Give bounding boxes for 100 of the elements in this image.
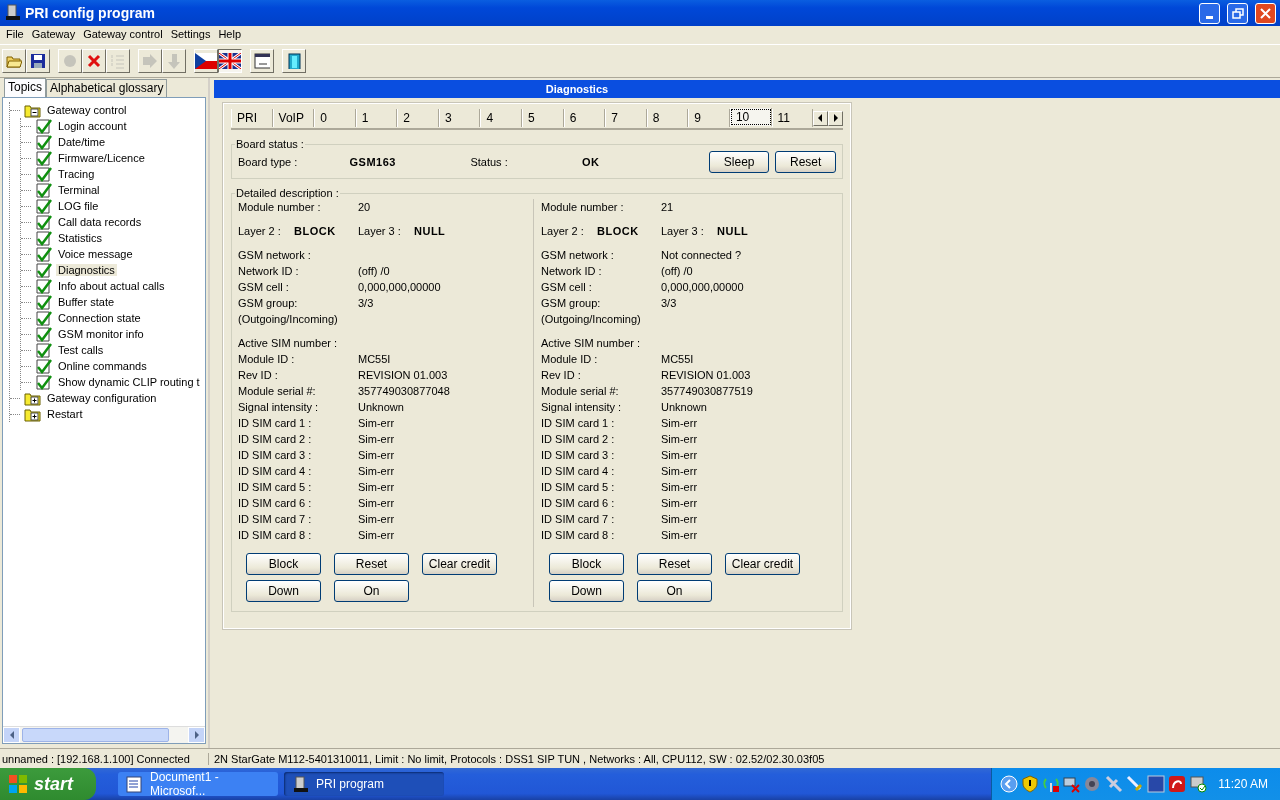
tree-item[interactable]: Show dynamic CLIP routing t	[56, 376, 202, 388]
tree-item[interactable]: Voice message	[56, 248, 135, 260]
field-value: BLOCK	[597, 225, 640, 237]
folder-icon[interactable]	[24, 390, 41, 406]
network-disconnected-icon[interactable]	[1063, 775, 1082, 793]
menu-item[interactable]: Gateway control	[79, 26, 167, 44]
action-button[interactable]: Clear credit	[725, 553, 800, 575]
door-button[interactable]	[282, 49, 306, 73]
field-value: MC55I	[358, 353, 391, 365]
action-button[interactable]: Reset	[637, 553, 712, 575]
action-button[interactable]: Block	[549, 553, 624, 575]
czech-flag-button[interactable]	[194, 49, 218, 73]
clock: 11:20 AM	[1218, 777, 1268, 791]
checked-page-icon	[35, 150, 52, 166]
tree-item[interactable]: Online commands	[56, 360, 149, 372]
board-tab[interactable]: 2	[397, 109, 439, 127]
start-button[interactable]: start	[0, 768, 96, 800]
right-arrow-icon	[142, 53, 158, 69]
open-folder-button[interactable]	[2, 49, 26, 73]
close-button[interactable]	[1255, 2, 1276, 24]
open-folder-icon[interactable]	[24, 102, 41, 118]
menu-item[interactable]: Help	[214, 26, 245, 44]
tree-item[interactable]: Diagnostics	[56, 264, 117, 276]
board-tab[interactable]: VoIP	[272, 109, 315, 127]
field-value: BLOCK	[294, 225, 337, 237]
board-tab[interactable]: 6	[563, 109, 606, 127]
tree-item[interactable]: Gateway configuration	[45, 392, 159, 404]
board-tab[interactable]: 3	[438, 109, 481, 127]
taskbar-button[interactable]: PRI program	[284, 772, 444, 796]
tree-item[interactable]: Tracing	[56, 168, 97, 180]
cross-button[interactable]	[82, 49, 106, 73]
sidebar-tab[interactable]: Alphabetical glossary	[46, 79, 168, 97]
board-tab[interactable]: 7	[605, 109, 647, 127]
action-button[interactable]: Sleep	[708, 151, 770, 173]
device-icon	[292, 775, 310, 793]
field-label: ID SIM card 4 :	[238, 465, 313, 477]
menu-item[interactable]: File	[2, 26, 28, 44]
action-button[interactable]: Down	[549, 580, 624, 602]
board-tab[interactable]: 5	[522, 109, 564, 127]
tree-item[interactable]: GSM monitor info	[56, 328, 146, 340]
menu-item[interactable]: Gateway	[27, 26, 80, 44]
tree-item[interactable]: LOG file	[56, 200, 101, 212]
board-tab[interactable]: 0	[314, 109, 356, 127]
sidebar-tab[interactable]: Topics	[4, 78, 46, 97]
tree-item[interactable]: Call data records	[56, 216, 144, 228]
down-arrow-icon	[166, 53, 182, 69]
action-button[interactable]: Clear credit	[422, 553, 497, 575]
minimize-button[interactable]	[1199, 2, 1220, 24]
shield-icon[interactable]	[1021, 775, 1040, 793]
tree-item[interactable]: Firmware/Licence	[56, 152, 147, 164]
restore-button[interactable]	[1227, 2, 1248, 24]
status-text: unnamed : [192.168.1.100] Connected	[0, 752, 209, 765]
tree-item[interactable]: Connection state	[56, 312, 143, 324]
drive-check-icon[interactable]	[1189, 775, 1208, 793]
field-label: Module serial #:	[238, 385, 317, 397]
tree-item[interactable]: Terminal	[56, 184, 102, 196]
field-value: Sim-err	[358, 417, 395, 429]
board-tab[interactable]: 11	[771, 109, 814, 127]
field-value: MC55I	[661, 353, 694, 365]
action-button[interactable]: On	[334, 580, 409, 602]
field-label: ID SIM card 3 :	[238, 449, 313, 461]
field-label: ID SIM card 1 :	[238, 417, 313, 429]
tree-item[interactable]: Info about actual calls	[56, 280, 167, 292]
checked-page-icon	[35, 358, 52, 374]
board-tab[interactable]: 4	[480, 109, 523, 127]
tree-item[interactable]: Restart	[45, 408, 85, 420]
menu-item[interactable]: Settings	[166, 26, 215, 44]
tree-item[interactable]: Gateway control	[45, 104, 129, 116]
taskbar-button[interactable]: Document1 - Microsof...	[118, 772, 278, 796]
window-icon[interactable]	[1147, 775, 1166, 793]
horizontal-scrollbar[interactable]	[3, 726, 205, 743]
action-button[interactable]: Reset	[334, 553, 409, 575]
tree-item[interactable]: Test calls	[56, 344, 106, 356]
panel-title: Diagnostics	[214, 80, 1280, 98]
save-button[interactable]	[26, 49, 50, 73]
board-tab[interactable]: PRI	[231, 109, 273, 127]
close-icon	[1259, 6, 1272, 20]
scroll-left-button[interactable]	[813, 110, 829, 126]
board-tab[interactable]: 8	[646, 109, 689, 127]
board-tab[interactable]: 10	[729, 107, 772, 126]
field-value: 0,000,000,00000	[358, 281, 441, 293]
action-button[interactable]: Reset	[775, 151, 836, 173]
action-button[interactable]: On	[637, 580, 712, 602]
tree-item[interactable]: Buffer state	[56, 296, 117, 308]
field-label: Module ID :	[541, 353, 599, 365]
folder-icon[interactable]	[24, 406, 41, 422]
board-tab[interactable]: 1	[355, 109, 398, 127]
field-value: 3/3	[661, 297, 677, 309]
scroll-right-button[interactable]	[828, 110, 844, 126]
board-tab[interactable]: 9	[688, 109, 730, 127]
windows-logo-icon	[8, 774, 28, 794]
terminal-button[interactable]	[250, 49, 274, 73]
tree-item[interactable]: Statistics	[56, 232, 104, 244]
action-button[interactable]: Block	[246, 553, 321, 575]
tree-item[interactable]: Date/time	[56, 136, 108, 148]
action-button[interactable]: Down	[246, 580, 321, 602]
field-value: (off) /0	[661, 265, 693, 277]
swirl-logo-icon[interactable]	[1168, 775, 1187, 793]
british-flag-button[interactable]	[218, 49, 242, 73]
tree-item[interactable]: Login account	[56, 120, 129, 132]
